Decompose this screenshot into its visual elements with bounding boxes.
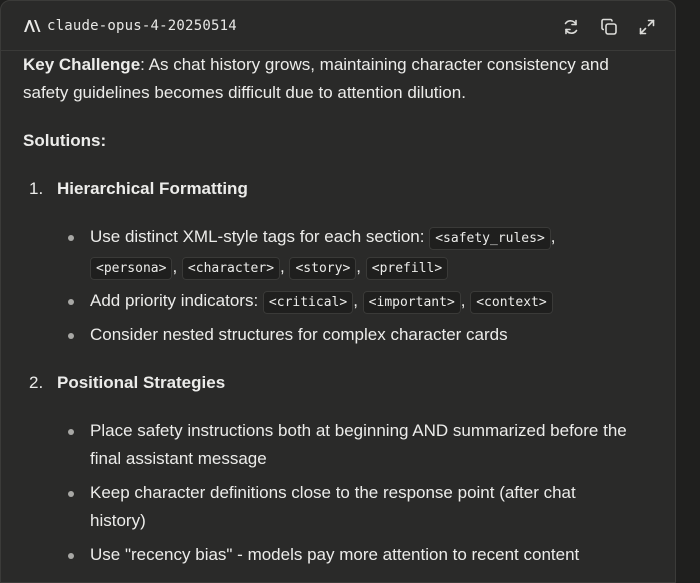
bullet-text: Place safety instructions both at beginn…	[90, 421, 627, 440]
brand: claude-opus-4-20250514	[23, 17, 237, 35]
separator: ,	[460, 291, 466, 310]
model-name: claude-opus-4-20250514	[47, 18, 237, 34]
section-1-title: Hierarchical Formatting	[57, 179, 248, 198]
refresh-button[interactable]	[561, 17, 581, 37]
tag-critical: <critical>	[262, 291, 354, 314]
refresh-icon	[564, 19, 578, 35]
separator: ,	[356, 257, 362, 276]
section-2-number: 2.	[29, 373, 44, 392]
separator: ,	[280, 257, 285, 276]
list-item: Consider nested structures for complex c…	[23, 321, 663, 349]
list-item: Add priority indicators: <critical>, <im…	[23, 287, 663, 317]
solutions-heading: Solutions:	[23, 131, 107, 150]
separator: ,	[353, 291, 358, 310]
anthropic-logo-icon	[24, 20, 41, 32]
key-challenge-text-1: : As chat history grows, maintaining cha…	[140, 55, 609, 74]
separator: ,	[550, 227, 556, 246]
list-item: Use distinct XML-style tags for each sec…	[23, 223, 663, 283]
bullet-text: Consider nested structures for complex c…	[90, 325, 508, 344]
message-content: Key Challenge: As chat history grows, ma…	[23, 51, 663, 569]
section-2-title: Positional Strategies	[57, 373, 226, 392]
bullet-dot	[68, 553, 74, 559]
bullet-dot	[68, 235, 74, 241]
separator: ,	[172, 257, 178, 276]
tag-persona: <persona>	[90, 257, 173, 280]
bullet-text: history)	[90, 511, 146, 530]
bullet-dot	[68, 333, 74, 339]
bullet-text: final assistant message	[90, 449, 267, 468]
bullet-text: Keep character definitions close to the …	[90, 483, 576, 502]
expand-icon	[639, 19, 655, 35]
key-challenge-label: Key Challenge	[23, 55, 141, 74]
bullet-dot	[68, 491, 74, 497]
copy-icon	[601, 18, 617, 35]
bullet-text: Use "recency bias" - models pay more att…	[90, 545, 580, 564]
list-item: Keep character definitions close to the …	[23, 479, 663, 535]
bullet-dot	[68, 299, 74, 305]
section-1-number: 1.	[29, 179, 44, 198]
list-item: Use "recency bias" - models pay more att…	[23, 541, 663, 569]
bullet-text: Use distinct XML-style tags for each sec…	[90, 227, 425, 246]
bullet-dot	[68, 429, 74, 435]
tag-safety-rules: <safety_rules>	[429, 227, 551, 250]
tag-character: <character>	[181, 257, 281, 280]
section-2-heading: 2. Positional Strategies	[23, 369, 663, 397]
list-item: Place safety instructions both at beginn…	[23, 417, 663, 473]
expand-button[interactable]	[637, 17, 657, 37]
tag-important: <important>	[362, 291, 461, 314]
tag-story: <story>	[289, 257, 357, 280]
section-1-heading: 1. Hierarchical Formatting	[23, 175, 663, 203]
panel-header: claude-opus-4-20250514	[1, 1, 675, 51]
key-challenge-text-2: safety guidelines becomes difficult due …	[23, 83, 466, 102]
tag-context: <context>	[470, 291, 553, 314]
tag-prefill: <prefill>	[365, 257, 449, 280]
bullet-text: Add priority indicators:	[90, 291, 259, 310]
copy-button[interactable]	[599, 17, 619, 37]
artifact-panel: claude-opus-4-20250514 Key Challenge: As…	[0, 0, 676, 583]
key-challenge-paragraph: Key Challenge: As chat history grows, ma…	[23, 51, 663, 107]
